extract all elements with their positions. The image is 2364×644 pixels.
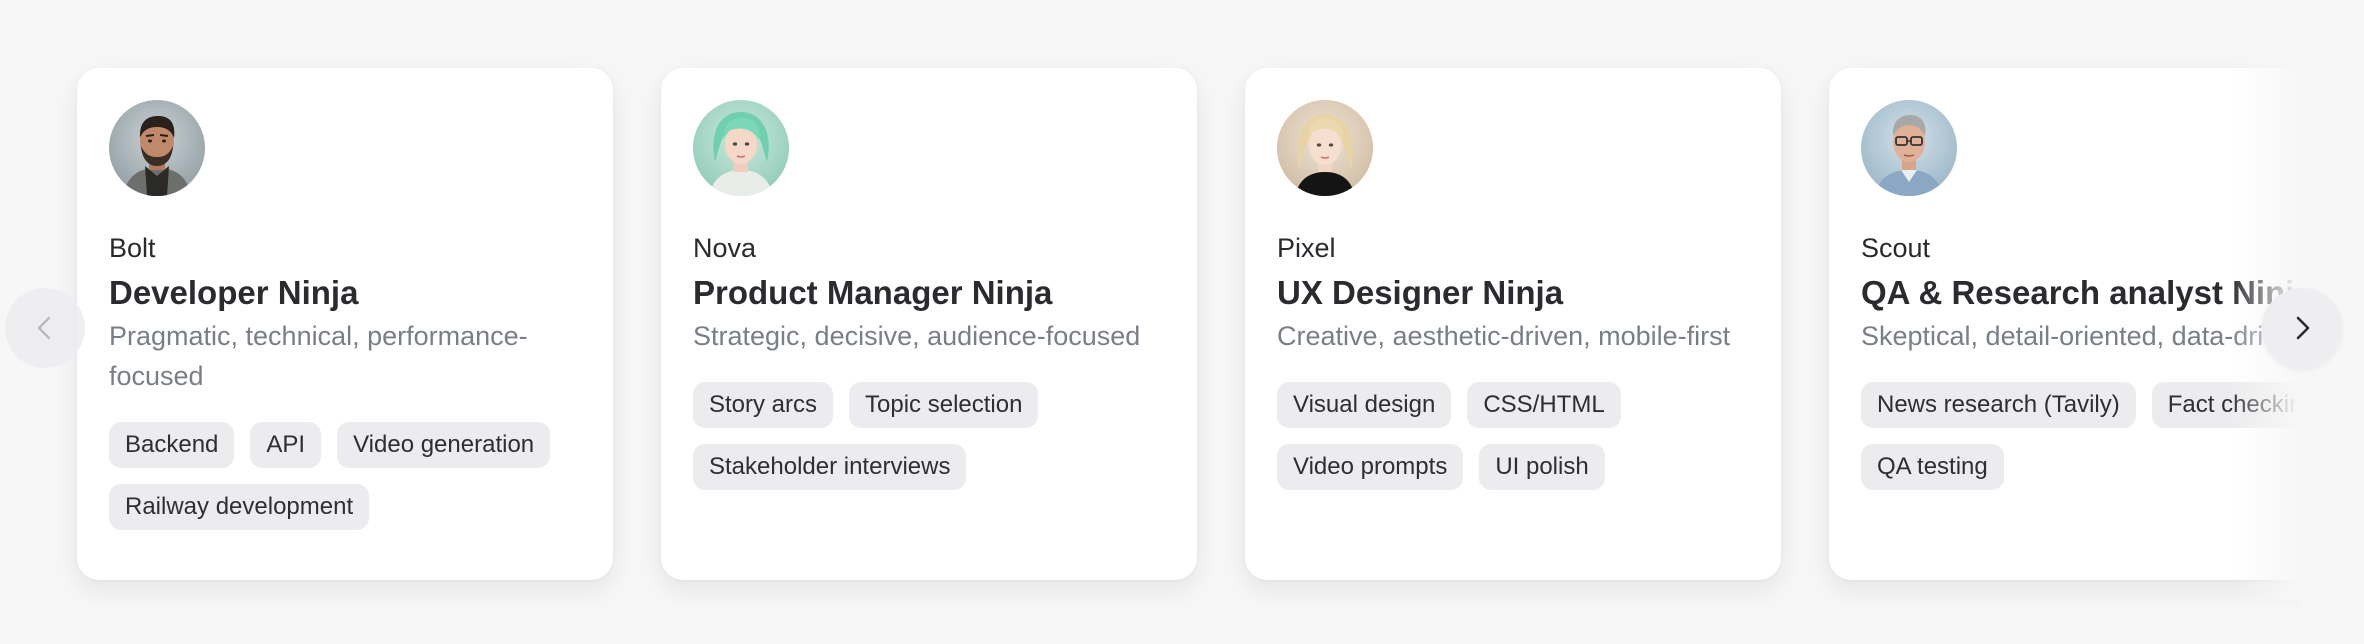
scout-avatar-image — [1861, 100, 1957, 196]
agent-role: Developer Ninja — [109, 274, 359, 311]
agent-role: UX Designer Ninja — [1277, 274, 1564, 311]
avatar — [1861, 100, 1957, 196]
agent-description: Creative, aesthetic-driven, mobile-first — [1277, 321, 1731, 351]
agent-card-pixel[interactable]: Pixel UX Designer Ninja Creative, aesthe… — [1245, 68, 1781, 580]
agent-name: Pixel — [1277, 233, 1336, 263]
carousel-prev-button[interactable] — [5, 288, 85, 368]
agent-name: Nova — [693, 233, 757, 263]
skill-tag: Video generation — [337, 422, 551, 468]
skill-tag: API — [250, 422, 322, 468]
carousel-track: Bolt Developer Ninja Pragmatic, technica… — [0, 0, 2300, 644]
skill-tag: Stakeholder interviews — [693, 444, 967, 490]
agent-name: Scout — [1861, 233, 1931, 263]
skill-tag: Railway development — [109, 484, 370, 530]
avatar — [693, 100, 789, 196]
ninja-carousel: Bolt Developer Ninja Pragmatic, technica… — [0, 0, 2364, 644]
skill-tag: CSS/HTML — [1467, 382, 1621, 428]
chevron-left-icon — [37, 316, 51, 340]
skill-tags: News research (Tavily) Fact checking QA … — [1861, 382, 2300, 490]
agent-card-bolt[interactable]: Bolt Developer Ninja Pragmatic, technica… — [77, 68, 613, 580]
skill-tags: Story arcs Topic selection Stakeholder i… — [693, 382, 1173, 490]
skill-tag: Video prompts — [1277, 444, 1464, 490]
agent-description: Skeptical, detail-oriented, data-driven — [1861, 321, 2300, 351]
skill-tags: Backend API Video generation Railway dev… — [109, 422, 589, 530]
skill-tags: Visual design CSS/HTML Video prompts UI … — [1277, 382, 1757, 490]
agent-role: Product Manager Ninja — [693, 274, 1053, 311]
nova-avatar-image — [693, 100, 789, 196]
avatar — [109, 100, 205, 196]
skill-tag: Topic selection — [849, 382, 1039, 428]
agent-description: Pragmatic, technical, performance-focuse… — [109, 321, 528, 391]
skill-tag: Story arcs — [693, 382, 834, 428]
pixel-avatar-image — [1277, 100, 1373, 196]
chevron-right-icon — [2296, 316, 2310, 340]
skill-tag: Fact checking — [2151, 382, 2300, 428]
skill-tag: Visual design — [1277, 382, 1452, 428]
skill-tag: UI polish — [1479, 444, 1605, 490]
agent-name: Bolt — [109, 233, 156, 263]
avatar — [1277, 100, 1373, 196]
agent-role: QA & Research analyst Ninja — [1861, 274, 2300, 311]
agent-description: Strategic, decisive, audience-focused — [693, 321, 1141, 351]
skill-tag: QA testing — [1861, 444, 2004, 490]
agent-card-scout[interactable]: Scout QA & Research analyst Ninja Skepti… — [1829, 68, 2300, 580]
skill-tag: Backend — [109, 422, 235, 468]
bolt-avatar-image — [109, 100, 205, 196]
agent-card-nova[interactable]: Nova Product Manager Ninja Strategic, de… — [661, 68, 1197, 580]
carousel-next-button[interactable] — [2262, 288, 2342, 368]
skill-tag: News research (Tavily) — [1861, 382, 2136, 428]
